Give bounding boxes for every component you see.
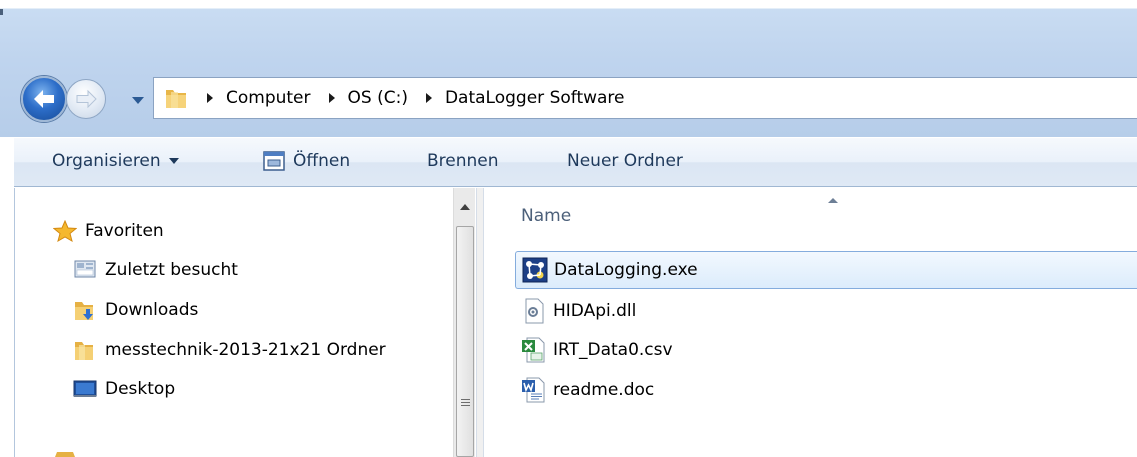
file-name: HIDApi.dll xyxy=(553,301,637,321)
navigation-scrollbar[interactable] xyxy=(453,188,475,457)
nav-item-recent-places[interactable]: Zuletzt besucht xyxy=(73,259,238,281)
nav-item-desktop[interactable]: Desktop xyxy=(73,378,175,400)
new-folder-label: Neuer Ordner xyxy=(567,151,683,171)
breadcrumb-separator-icon[interactable] xyxy=(204,92,216,104)
star-icon xyxy=(53,220,77,242)
folder-icon xyxy=(75,342,93,360)
nav-item-messtechnik-folder[interactable]: messtechnik-2013-21x21 Ordner xyxy=(73,339,386,361)
organize-label: Organisieren xyxy=(52,151,161,171)
file-name: IRT_Data0.csv xyxy=(553,340,673,360)
column-header-name[interactable]: Name xyxy=(521,206,571,226)
dll-file-icon xyxy=(525,298,544,324)
burn-label: Brennen xyxy=(427,151,499,171)
breadcrumb-datalogger-software[interactable]: DataLogger Software xyxy=(445,88,625,108)
sort-ascending-icon xyxy=(828,198,838,203)
open-label: Öffnen xyxy=(293,151,351,171)
nav-item-favorites[interactable]: Favoriten xyxy=(53,220,164,242)
open-window-icon xyxy=(263,151,285,171)
partial-next-icon xyxy=(55,452,75,457)
file-row-hidapi[interactable]: HIDApi.dll xyxy=(515,292,1137,330)
back-button[interactable] xyxy=(21,76,67,122)
grip-line xyxy=(461,402,470,403)
word-document-icon xyxy=(522,377,545,403)
recent-places-icon xyxy=(74,260,96,278)
grip-line xyxy=(461,405,470,406)
forward-arrow-icon xyxy=(76,89,97,109)
excel-csv-icon xyxy=(522,337,545,363)
scrollbar-thumb[interactable] xyxy=(456,226,474,457)
nav-item-label: messtechnik-2013-21x21 Ordner xyxy=(105,340,386,360)
downloads-folder-icon xyxy=(75,302,93,320)
file-list-pane: Name DataLogging.exe HIDApi.dll IRT_Data… xyxy=(485,188,1137,457)
file-row-datalogging[interactable]: DataLogging.exe xyxy=(515,251,1137,289)
file-name: readme.doc xyxy=(553,380,655,400)
command-bar: Organisieren Öffnen Brennen Neuer Ordner xyxy=(14,137,1137,187)
favorites-label: Favoriten xyxy=(85,221,164,241)
organize-button[interactable]: Organisieren xyxy=(52,151,179,171)
new-folder-button[interactable]: Neuer Ordner xyxy=(567,151,683,171)
file-name: DataLogging.exe xyxy=(554,260,698,280)
address-bar[interactable]: Computer OS (C:) DataLogger Software xyxy=(153,77,1137,119)
open-button[interactable]: Öffnen xyxy=(263,151,350,171)
breadcrumb-computer[interactable]: Computer xyxy=(226,88,311,108)
breadcrumb-separator-icon[interactable] xyxy=(326,92,338,104)
forward-button[interactable] xyxy=(66,79,106,119)
back-arrow-icon xyxy=(34,90,54,108)
nav-item-label: Downloads xyxy=(105,300,199,320)
file-row-irt-data[interactable]: IRT_Data0.csv xyxy=(515,331,1137,369)
nav-item-downloads[interactable]: Downloads xyxy=(73,299,198,321)
pane-splitter[interactable] xyxy=(476,188,484,457)
breadcrumb-os-drive[interactable]: OS (C:) xyxy=(348,88,408,108)
breadcrumb-separator-icon[interactable] xyxy=(423,92,435,104)
scroll-up-arrow-icon[interactable] xyxy=(460,204,470,210)
folder-icon xyxy=(166,90,186,108)
nav-item-label: Desktop xyxy=(105,379,176,399)
window-corner xyxy=(0,9,3,15)
recent-pages-dropdown-icon[interactable] xyxy=(130,94,146,106)
chevron-down-icon xyxy=(168,158,179,164)
navigation-pane: Favoriten Zuletzt besucht Downloads mess… xyxy=(15,188,453,457)
nav-item-label: Zuletzt besucht xyxy=(105,260,238,280)
grip-line xyxy=(461,399,470,400)
burn-button[interactable]: Brennen xyxy=(427,151,499,171)
desktop-icon xyxy=(73,380,97,397)
file-row-readme[interactable]: readme.doc xyxy=(515,371,1137,409)
application-icon xyxy=(522,257,548,283)
